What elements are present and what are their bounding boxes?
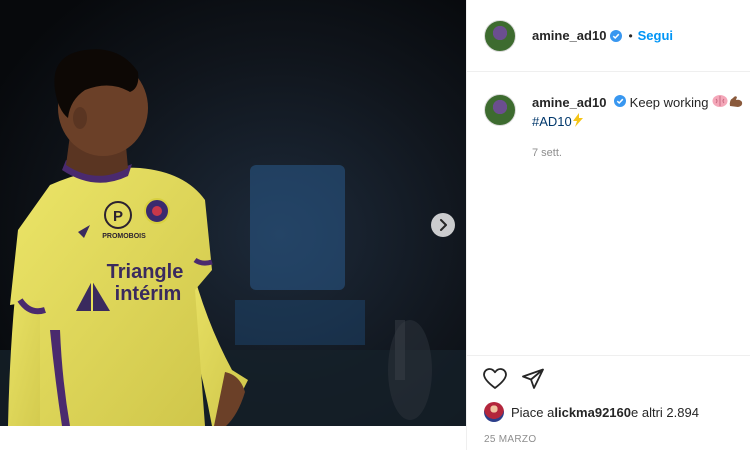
caption: amine_ad10 Keep working #AD10 <box>484 94 746 132</box>
post-header: amine_ad10 • Segui <box>467 0 750 72</box>
post-sidebar: amine_ad10 • Segui amine_ad10 Keep worki… <box>466 0 750 450</box>
jersey-badge-sub: PROMOBOIS <box>102 233 146 240</box>
jersey-sponsor-line1: Triangle <box>107 261 184 283</box>
post-actions: Piace a lickma92160 e altri 2.894 25 MAR… <box>467 355 750 450</box>
liker-avatar[interactable] <box>484 402 504 422</box>
follow-button[interactable]: Segui <box>638 28 673 43</box>
photo-bottom-strip <box>0 426 466 450</box>
chevron-right-icon <box>438 219 448 231</box>
verified-badge-icon <box>614 95 627 107</box>
hashtag-link[interactable]: #AD10 <box>532 114 572 129</box>
brain-emoji-icon <box>712 94 728 113</box>
muscle-emoji-icon <box>728 94 744 113</box>
separator-dot: • <box>628 28 633 43</box>
likes-suffix[interactable]: e altri 2.894 <box>631 405 699 420</box>
heart-icon[interactable] <box>483 368 507 390</box>
player-photo: P PROMOBOIS Triangle intérim <box>0 0 466 426</box>
post-photo[interactable]: P PROMOBOIS Triangle intérim <box>0 0 466 426</box>
action-row <box>483 368 545 390</box>
next-photo-button[interactable] <box>431 213 455 237</box>
username-link[interactable]: amine_ad10 <box>532 28 606 43</box>
caption-username[interactable]: amine_ad10 <box>532 95 606 110</box>
caption-text: amine_ad10 Keep working #AD10 <box>532 94 744 132</box>
share-icon[interactable] <box>521 368 545 390</box>
likes-summary: Piace a lickma92160 e altri 2.894 <box>484 402 699 422</box>
lightning-emoji-icon <box>572 113 584 132</box>
post-date: 25 MARZO <box>484 434 537 445</box>
avatar[interactable] <box>484 19 516 52</box>
jersey-sponsor-line2: intérim <box>115 283 182 305</box>
caption-avatar[interactable] <box>484 94 516 126</box>
likes-prefix: Piace a <box>511 404 555 420</box>
caption-message: Keep working <box>626 95 713 110</box>
jersey-badge-letter: P <box>113 208 123 225</box>
verified-badge-icon <box>610 29 623 42</box>
post-time[interactable]: 7 sett. <box>532 147 562 159</box>
liker-username[interactable]: lickma92160 <box>554 405 631 420</box>
